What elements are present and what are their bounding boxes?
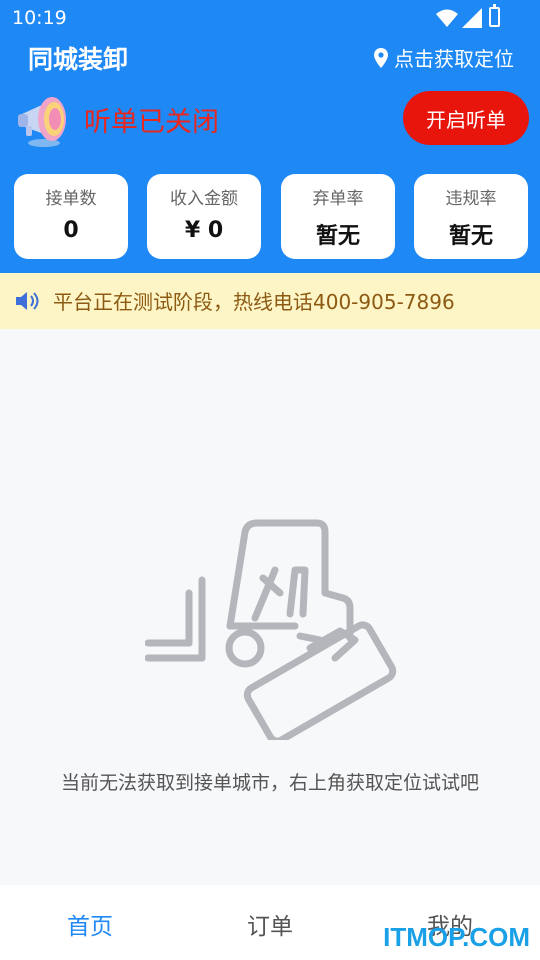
location-label: 点击获取定位 bbox=[394, 47, 514, 71]
stats-row: 接单数 0 收入金额 ¥ 0 弃单率 暂无 违规率 暂无 bbox=[14, 174, 528, 259]
stat-label: 收入金额 bbox=[170, 189, 238, 209]
megaphone-icon bbox=[18, 97, 66, 147]
stat-card-orders[interactable]: 接单数 0 bbox=[14, 174, 128, 259]
listening-status: 听单已关闭 bbox=[84, 107, 219, 138]
status-bar: 10:19 bbox=[0, 0, 540, 36]
notice-bar: 平台正在测试阶段，热线电话400-905-7896 bbox=[0, 273, 540, 329]
cellular-signal-icon bbox=[462, 8, 482, 28]
notice-text: 平台正在测试阶段，热线电话400-905-7896 bbox=[53, 290, 455, 314]
stat-label: 弃单率 bbox=[312, 189, 364, 209]
tab-orders[interactable]: 订单 bbox=[180, 907, 360, 941]
stat-value: 暂无 bbox=[315, 224, 360, 249]
speaker-icon bbox=[16, 292, 39, 310]
tab-home[interactable]: 首页 bbox=[0, 907, 180, 941]
watermark-logo: ITMOP.COM bbox=[383, 922, 530, 952]
status-time: 10:19 bbox=[12, 7, 67, 29]
stat-label: 接单数 bbox=[45, 189, 97, 209]
stat-label: 违规率 bbox=[445, 189, 497, 209]
stat-value: 0 bbox=[63, 218, 79, 243]
stat-card-income[interactable]: 收入金额 ¥ 0 bbox=[147, 174, 261, 259]
header: 10:19 同城装卸 点击获取定位 听单已关闭 开启听单 接单数 0 收入金额 … bbox=[0, 0, 540, 273]
location-pin-icon bbox=[374, 47, 388, 68]
wifi-icon bbox=[436, 9, 458, 27]
forklift-clipboard-illustration bbox=[145, 519, 397, 740]
app-title: 同城装卸 bbox=[28, 45, 129, 74]
empty-state-message: 当前无法获取到接单城市，右上角获取定位试试吧 bbox=[60, 772, 479, 794]
start-listening-button[interactable]: 开启听单 bbox=[403, 91, 529, 145]
stat-card-violation-rate[interactable]: 违规率 暂无 bbox=[414, 174, 528, 259]
stat-value: ¥ 0 bbox=[184, 218, 224, 243]
stat-card-abandon-rate[interactable]: 弃单率 暂无 bbox=[281, 174, 395, 259]
status-icons bbox=[436, 8, 482, 28]
battery-icon bbox=[489, 4, 500, 27]
stat-value: 暂无 bbox=[448, 224, 493, 249]
get-location-button[interactable]: 点击获取定位 bbox=[374, 43, 514, 72]
